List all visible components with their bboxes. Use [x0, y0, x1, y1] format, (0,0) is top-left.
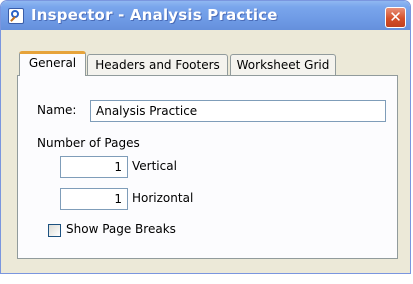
name-label: Name: — [37, 103, 77, 117]
name-field[interactable]: Analysis Practice — [90, 100, 386, 122]
general-tab-panel: Name: Analysis Practice Number of Pages … — [17, 75, 398, 259]
inspector-magnifier-icon — [8, 8, 24, 24]
tab-general[interactable]: General — [19, 51, 86, 76]
number-of-pages-label: Number of Pages — [37, 136, 140, 150]
inspector-window: Inspector - Analysis Practice ✕ General … — [0, 0, 411, 274]
show-page-breaks-label[interactable]: Show Page Breaks — [66, 222, 176, 236]
title-bar[interactable]: Inspector - Analysis Practice ✕ — [1, 1, 410, 30]
show-page-breaks-checkbox[interactable] — [48, 224, 61, 237]
horizontal-label: Horizontal — [132, 191, 194, 205]
vertical-pages-input[interactable]: 1 — [60, 156, 128, 178]
horizontal-pages-input[interactable]: 1 — [60, 188, 128, 210]
close-icon: ✕ — [389, 8, 402, 26]
magnifier-handle — [10, 16, 16, 22]
vertical-label: Vertical — [132, 159, 177, 173]
window-title: Inspector - Analysis Practice — [31, 6, 278, 24]
tab-worksheet-grid[interactable]: Worksheet Grid — [230, 54, 336, 76]
close-button[interactable]: ✕ — [385, 7, 406, 28]
tab-headers-and-footers[interactable]: Headers and Footers — [87, 54, 228, 76]
